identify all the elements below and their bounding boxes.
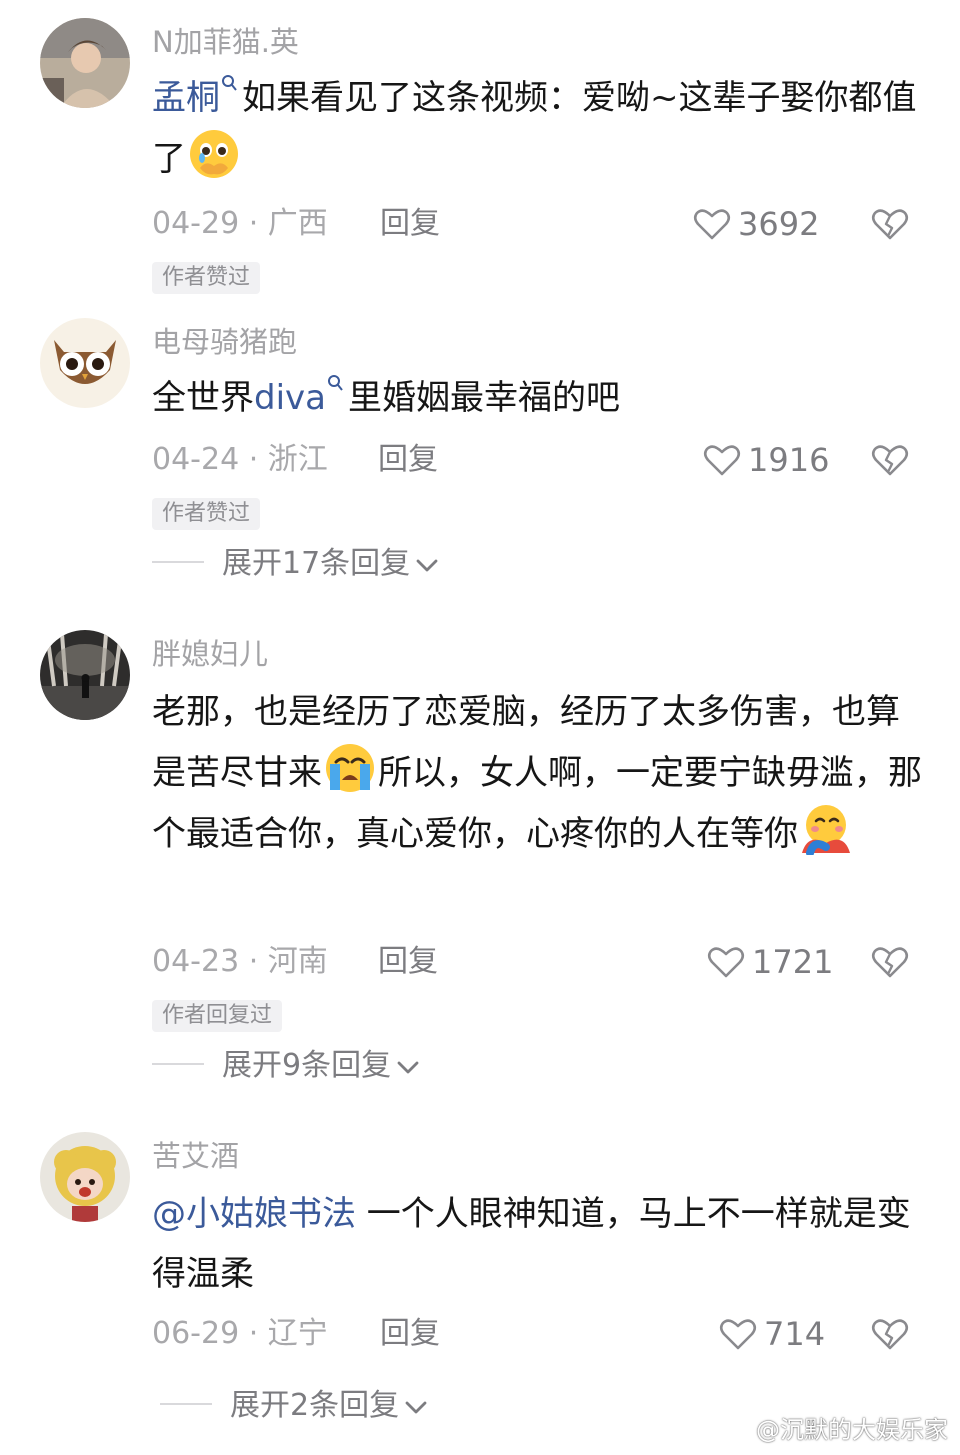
weibo-logo-icon [719,1417,749,1440]
mention-link[interactable]: 孟桐 [152,78,220,118]
avatar[interactable] [40,630,130,720]
heart-outline-icon [719,1319,757,1350]
like-count: 1721 [752,943,834,981]
comment-username[interactable]: 胖媳妇儿 [152,634,268,674]
comment-username[interactable]: 苦艾酒 [152,1136,239,1176]
comment-text: @小姑娘书法 一个人眼神知道，马上不一样就是变得温柔 [152,1184,922,1304]
avatar[interactable] [40,318,130,408]
loudly-crying-face-emoji-icon [326,744,374,792]
avatar[interactable] [40,18,130,108]
author-badge: 作者回复过 [152,1000,283,1032]
comment-meta: 04-29 · 广西 回复 3692 [152,202,922,246]
broken-heart-icon[interactable] [870,204,910,244]
like-button[interactable]: 1721 [706,940,833,984]
like-count: 714 [764,1315,826,1353]
comment-text: 全世界diva 里婚姻最幸福的吧 [152,368,922,428]
reply-button[interactable]: 回复 [378,940,438,984]
divider [152,561,204,563]
comment-date-location: 04-23 · 河南 [152,944,328,979]
reply-button[interactable]: 回复 [380,202,440,246]
divider [160,1403,212,1405]
chevron-down-icon [405,1401,427,1414]
heart-outline-icon [693,209,731,240]
expand-replies-button[interactable]: 展开17条回复 [152,542,440,586]
hugging-face-emoji-icon [802,805,850,855]
chevron-down-icon [397,1061,419,1074]
watermark: @沉默的大娱乐家 [718,1410,948,1445]
expand-replies-button[interactable]: 展开9条回复 [152,1044,421,1088]
expand-replies-label: 展开2条回复 [230,1388,400,1423]
like-count: 3692 [738,205,820,243]
comment-text-content: 如果看见了这条视频：爱呦~这辈子娶你都值了 [152,78,917,179]
like-button[interactable]: 1916 [702,438,829,482]
comment-text-prefix: 全世界 [152,378,254,418]
reply-button[interactable]: 回复 [380,1312,440,1356]
comment-meta: 06-29 · 辽宁 回复 714 [152,1312,922,1356]
comment-username[interactable]: N加菲猫.英 [152,22,299,62]
comment-username[interactable]: 电母骑猪跑 [152,322,297,362]
comment-date-location: 06-29 · 辽宁 [152,1316,328,1351]
broken-heart-icon[interactable] [870,942,910,982]
mention-link[interactable]: @小姑娘书法 [152,1194,356,1234]
watermark-text: @沉默的大娱乐家 [756,1416,948,1444]
comment-meta: 04-24 · 浙江 回复 1916 [152,438,922,482]
reply-button[interactable]: 回复 [378,438,438,482]
chevron-down-icon [416,559,438,572]
comment-meta: 04-23 · 河南 回复 1721 [152,940,922,984]
heart-outline-icon [703,445,741,476]
author-badge: 作者赞过 [152,262,261,294]
like-button[interactable]: 3692 [692,202,819,246]
avatar[interactable] [40,1132,130,1222]
comment-text: 孟桐 如果看见了这条视频：爱呦~这辈子娶你都值了 [152,68,922,189]
expand-replies-button[interactable]: 展开2条回复 [160,1384,429,1428]
pleading-face-emoji-icon [190,130,238,178]
heart-outline-icon [707,947,745,978]
like-button[interactable]: 714 [718,1312,825,1356]
comment-text: 老那，也是经历了恋爱脑，经历了太多伤害，也算是苦尽甘来 所以，女人啊，一定要宁缺… [152,682,922,864]
mention-link[interactable]: diva [254,378,326,418]
author-badge: 作者赞过 [152,498,261,530]
comment-text-suffix: 里婚姻最幸福的吧 [347,378,620,418]
divider [152,1063,204,1065]
expand-replies-label: 展开9条回复 [222,1048,392,1083]
comment-date-location: 04-29 · 广西 [152,206,328,241]
comment-date-location: 04-24 · 浙江 [152,442,328,477]
broken-heart-icon[interactable] [870,1314,910,1354]
like-count: 1916 [748,441,830,479]
broken-heart-icon[interactable] [870,440,910,480]
search-mark-icon[interactable] [326,373,344,395]
expand-replies-label: 展开17条回复 [222,546,411,581]
search-mark-icon[interactable] [220,73,238,95]
